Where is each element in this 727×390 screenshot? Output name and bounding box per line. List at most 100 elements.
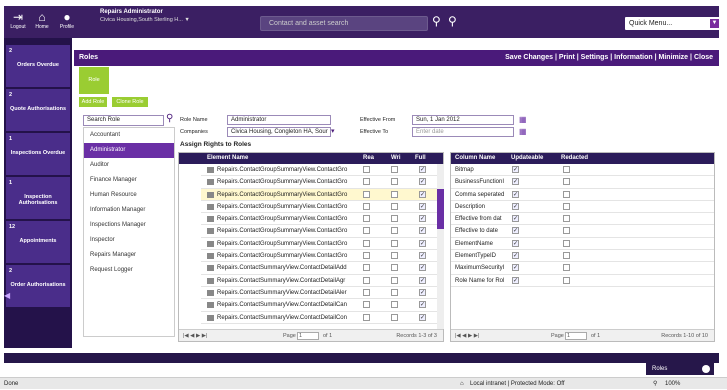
- role-item-request-logger[interactable]: Request Logger: [84, 263, 174, 278]
- collapse-left-icon[interactable]: ◀: [4, 291, 10, 300]
- search-advanced-icon[interactable]: ⚲: [448, 14, 457, 28]
- effective-to-input[interactable]: Enter date: [412, 127, 514, 137]
- role-item-human-resource[interactable]: Human Resource: [84, 188, 174, 203]
- col-redacted[interactable]: Redacted: [561, 153, 588, 164]
- table-row[interactable]: ElementTypeID ✓: [451, 250, 714, 263]
- calendar-icon[interactable]: ▦: [519, 127, 527, 136]
- read-checkbox[interactable]: [363, 227, 370, 235]
- table-row[interactable]: Repairs.ContactSummaryView.ContactDetail…: [201, 299, 437, 312]
- full-checkbox[interactable]: ✓: [419, 264, 426, 272]
- write-checkbox[interactable]: [391, 288, 398, 296]
- table-row[interactable]: Repairs.ContactGroupSummaryView.ContactG…: [201, 201, 437, 214]
- write-checkbox[interactable]: [391, 190, 398, 198]
- close-icon[interactable]: [702, 365, 710, 373]
- table-row[interactable]: Repairs.ContactGroupSummaryView.ContactG…: [201, 225, 437, 238]
- full-checkbox[interactable]: ✓: [419, 301, 426, 309]
- zoom-level[interactable]: 100%: [665, 378, 680, 390]
- role-name-input[interactable]: Administrator: [227, 115, 331, 125]
- table-row[interactable]: Repairs.ContactSummaryView.ContactDetail…: [201, 262, 437, 275]
- redacted-checkbox[interactable]: [563, 166, 570, 173]
- home-button[interactable]: ⌂ Home: [32, 8, 52, 36]
- full-checkbox[interactable]: ✓: [419, 215, 426, 223]
- scrollbar-thumb[interactable]: [437, 189, 444, 229]
- read-checkbox[interactable]: [363, 264, 370, 272]
- role-item-information-manager[interactable]: Information Manager: [84, 203, 174, 218]
- zoom-icon[interactable]: ⚲: [653, 378, 657, 390]
- col-read[interactable]: Rea: [363, 153, 374, 164]
- col-column-name[interactable]: Column Name: [455, 153, 495, 164]
- table-row[interactable]: Repairs.ContactGroupSummaryView.ContactG…: [201, 176, 437, 189]
- write-checkbox[interactable]: [391, 313, 398, 321]
- table-row[interactable]: Repairs.ContactSummaryView.ContactDetail…: [201, 287, 437, 300]
- redacted-checkbox[interactable]: [563, 178, 570, 186]
- redacted-checkbox[interactable]: [563, 202, 570, 210]
- write-checkbox[interactable]: [391, 215, 398, 223]
- pager-nav-icons[interactable]: |◀ ◀ ▶ ▶|: [455, 330, 479, 342]
- logout-button[interactable]: ⇥ Logout: [8, 8, 28, 36]
- write-checkbox[interactable]: [391, 276, 398, 284]
- write-checkbox[interactable]: [391, 239, 398, 247]
- redacted-checkbox[interactable]: [563, 264, 570, 272]
- read-checkbox[interactable]: [363, 239, 370, 247]
- redacted-checkbox[interactable]: [563, 190, 570, 198]
- user-org-dropdown[interactable]: Civica Housing,South Sterling H... ▼: [100, 17, 190, 23]
- table-row[interactable]: Repairs.ContactGroupSummaryView.ContactG…: [201, 188, 437, 201]
- search-icon[interactable]: ⚲: [432, 14, 441, 28]
- search-role-input[interactable]: Search Role: [83, 115, 164, 126]
- nav-inspections-overdue[interactable]: 1 Inspections Overdue: [6, 133, 70, 175]
- table-row[interactable]: Repairs.ContactGroupSummaryView.ContactG…: [201, 238, 437, 251]
- redacted-checkbox[interactable]: [563, 276, 570, 284]
- contact-asset-search-input[interactable]: Contact and asset search: [260, 16, 428, 31]
- updateable-checkbox[interactable]: ✓: [512, 202, 519, 210]
- full-checkbox[interactable]: ✓: [419, 190, 426, 198]
- full-checkbox[interactable]: ✓: [419, 202, 426, 210]
- role-item-accountant[interactable]: Accountant: [84, 128, 174, 143]
- write-checkbox[interactable]: [391, 227, 398, 235]
- read-checkbox[interactable]: [363, 313, 370, 321]
- redacted-checkbox[interactable]: [563, 215, 570, 223]
- col-full[interactable]: Full: [415, 153, 426, 164]
- role-item-repairs-manager[interactable]: Repairs Manager: [84, 248, 174, 263]
- full-checkbox[interactable]: ✓: [419, 313, 426, 321]
- read-checkbox[interactable]: [363, 178, 370, 186]
- role-item-administrator[interactable]: Administrator: [84, 143, 174, 158]
- nav-orders-overdue[interactable]: 2 Orders Overdue: [6, 45, 70, 87]
- table-row[interactable]: Repairs.ContactGroupSummaryView.ContactG…: [201, 250, 437, 263]
- updateable-checkbox[interactable]: ✓: [512, 227, 519, 235]
- read-checkbox[interactable]: [363, 301, 370, 309]
- role-item-finance-manager[interactable]: Finance Manager: [84, 173, 174, 188]
- read-checkbox[interactable]: [363, 166, 370, 173]
- table-row[interactable]: Bitmap ✓: [451, 164, 714, 177]
- table-row[interactable]: ElementName ✓: [451, 238, 714, 251]
- role-item-inspector[interactable]: Inspector: [84, 233, 174, 248]
- updateable-checkbox[interactable]: ✓: [512, 166, 519, 173]
- nav-quote-authorisations[interactable]: 2 Quote Authorisations: [6, 89, 70, 131]
- nav-order-authorisations[interactable]: 2 Order Authorisations: [6, 265, 70, 307]
- close-link[interactable]: Close: [694, 54, 713, 61]
- redacted-checkbox[interactable]: [563, 227, 570, 235]
- col-updateable[interactable]: Updateable: [511, 153, 543, 164]
- table-row[interactable]: Comma seperated ✓: [451, 189, 714, 201]
- role-tile-button[interactable]: Role: [79, 67, 109, 94]
- full-checkbox[interactable]: ✓: [419, 166, 426, 173]
- redacted-checkbox[interactable]: [563, 239, 570, 247]
- write-checkbox[interactable]: [391, 166, 398, 173]
- redacted-checkbox[interactable]: [563, 252, 570, 260]
- write-checkbox[interactable]: [391, 301, 398, 309]
- minimize-link[interactable]: Minimize: [659, 54, 689, 61]
- table-row[interactable]: Role Name for Rol ✓: [451, 275, 714, 287]
- table-row[interactable]: Effective to date ✓: [451, 225, 714, 238]
- read-checkbox[interactable]: [363, 215, 370, 223]
- table-row[interactable]: Description ✓: [451, 201, 714, 214]
- pager-page-input[interactable]: 1: [297, 332, 319, 340]
- updateable-checkbox[interactable]: ✓: [512, 264, 519, 272]
- write-checkbox[interactable]: [391, 178, 398, 186]
- read-checkbox[interactable]: [363, 202, 370, 210]
- table-row[interactable]: Repairs.ContactSummaryView.ContactDetail…: [201, 275, 437, 287]
- companies-select[interactable]: Civica Housing, Congleton HA, Sour: [227, 127, 331, 137]
- table-row[interactable]: Repairs.ContactSummaryView.ContactDetail…: [201, 312, 437, 324]
- pager-page-input[interactable]: 1: [565, 332, 587, 340]
- read-checkbox[interactable]: [363, 276, 370, 284]
- table-row[interactable]: Repairs.ContactGroupSummaryView.ContactG…: [201, 164, 437, 177]
- full-checkbox[interactable]: ✓: [419, 252, 426, 260]
